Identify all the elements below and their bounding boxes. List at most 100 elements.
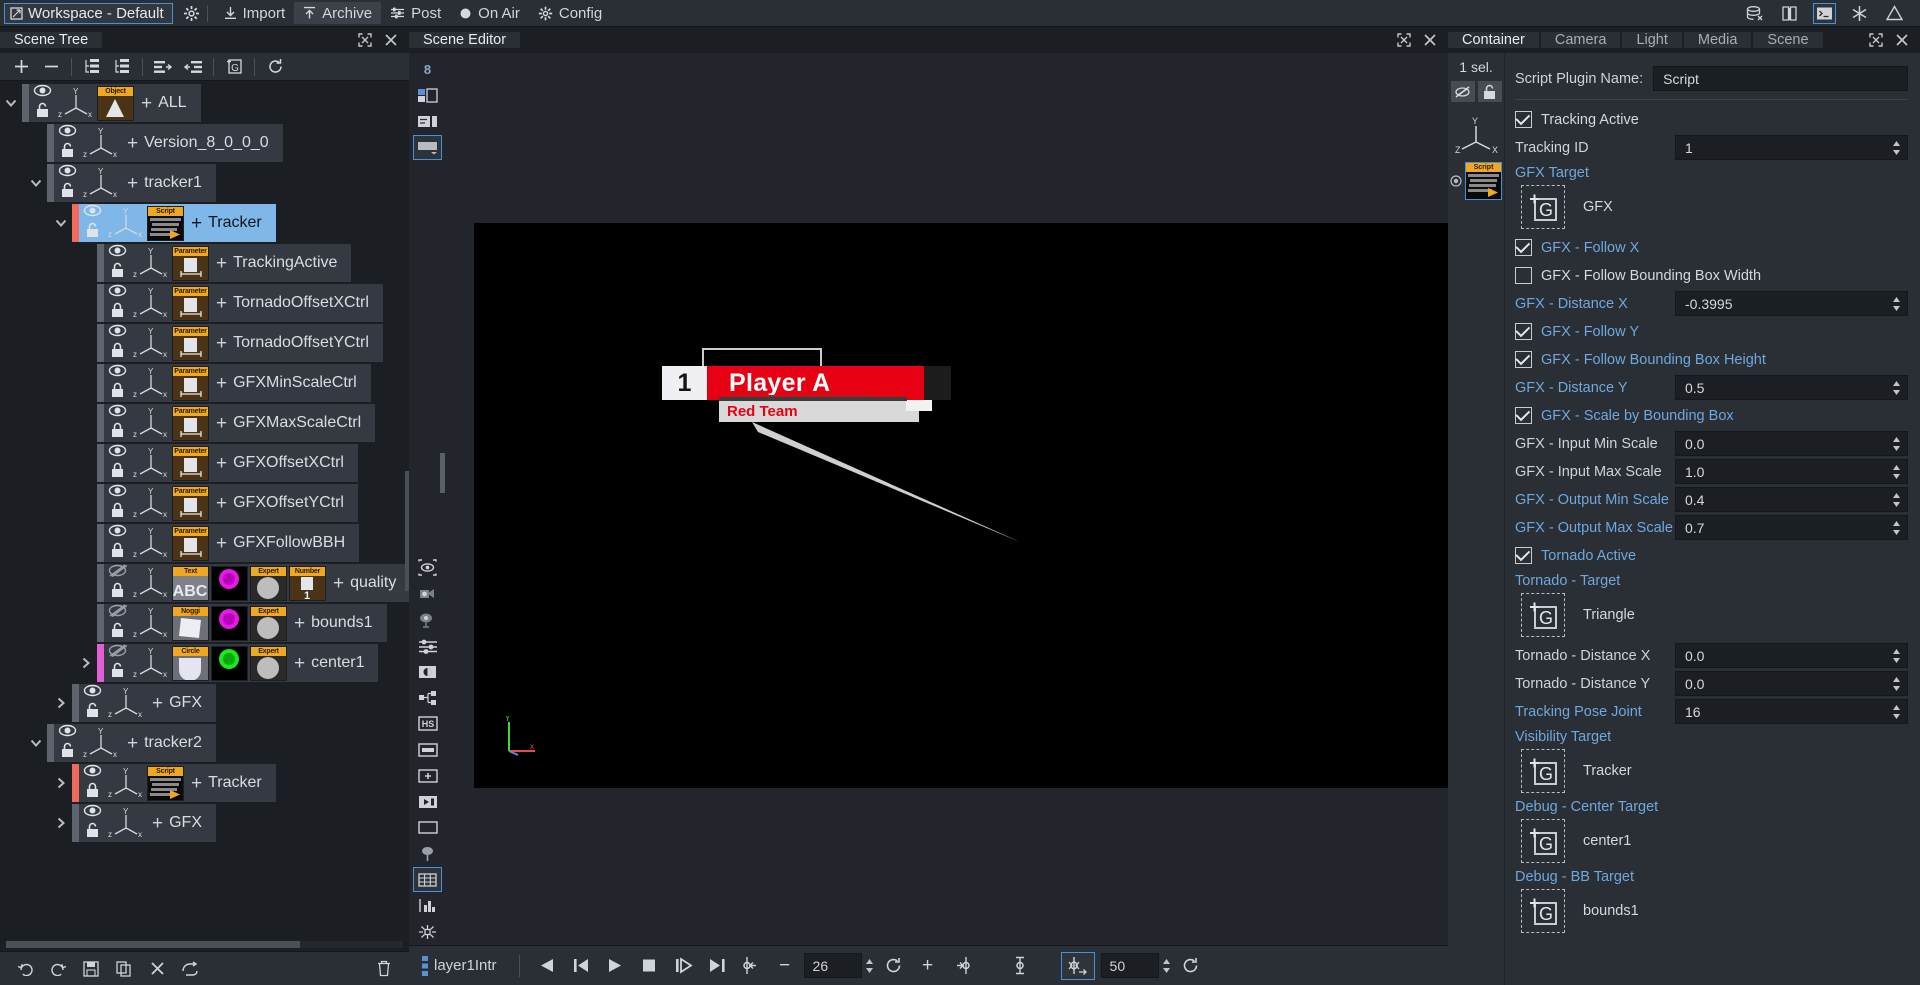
add-icon[interactable]	[6, 55, 36, 79]
lock-icon[interactable]	[85, 782, 100, 802]
eye-icon[interactable]	[58, 724, 77, 741]
eye-icon[interactable]	[58, 124, 77, 141]
properties-list[interactable]: Script Plugin Name: Script Tracking Acti…	[1505, 53, 1920, 985]
spinner-arrows[interactable]	[1892, 700, 1901, 723]
node-thumbnail[interactable]: Script	[147, 765, 184, 801]
maximize-icon[interactable]	[1869, 33, 1883, 47]
go-start-icon[interactable]	[564, 952, 598, 980]
grid-8-icon[interactable]: 8	[413, 57, 442, 82]
plus-box-icon[interactable]	[413, 763, 442, 788]
tree-row[interactable]: Yz x + Version_8_0_0_0	[0, 123, 409, 163]
tree-row[interactable]: Yz x + GFX	[0, 683, 409, 723]
tree-row[interactable]: Yz x Circle Expert + center1	[0, 643, 409, 683]
eye-icon[interactable]	[108, 244, 127, 261]
redo-icon[interactable]	[43, 957, 73, 981]
tree-vertical-scrollbar[interactable]	[405, 471, 409, 591]
tree-row[interactable]: Yz x + tracker2	[0, 723, 409, 763]
loop-icon[interactable]	[877, 952, 911, 980]
lock-icon[interactable]	[110, 422, 125, 442]
expand-plus-icon[interactable]: +	[127, 134, 138, 153]
key-center-icon[interactable]	[1003, 952, 1037, 980]
expand-plus-icon[interactable]: +	[152, 814, 163, 833]
eye-icon[interactable]	[83, 684, 102, 701]
property-input[interactable]: 1	[1675, 135, 1908, 160]
copy-icon[interactable]	[109, 957, 139, 981]
light-icon[interactable]	[413, 607, 442, 632]
unlock-icon[interactable]	[85, 222, 100, 242]
menu-config[interactable]: Config	[529, 2, 611, 24]
info-panel-icon[interactable]	[413, 109, 442, 134]
chevron-right-icon[interactable]	[50, 816, 72, 830]
node-thumbnail[interactable]: Circle	[172, 645, 209, 681]
tree-row[interactable]: Yz x Parameter + GFXOffsetXCtrl	[0, 443, 409, 483]
database-icon[interactable]	[1743, 3, 1766, 24]
checkbox[interactable]	[1515, 547, 1532, 564]
lock-icon[interactable]	[110, 502, 125, 522]
expand-plus-icon[interactable]: +	[191, 214, 202, 233]
key-prev-icon[interactable]	[734, 952, 768, 980]
tab-scene-editor[interactable]: Scene Editor	[409, 32, 521, 48]
layout-split-icon[interactable]	[413, 83, 442, 108]
expand-tree-icon[interactable]	[77, 55, 107, 79]
tree-row[interactable]: Yz x + tracker1	[0, 163, 409, 203]
tree-row[interactable]: Yz x Parameter + GFXMinScaleCtrl	[0, 363, 409, 403]
property-input[interactable]: 16	[1675, 699, 1908, 724]
eye-icon[interactable]	[108, 324, 127, 341]
property-checkbox-row[interactable]: Tornado Active	[1515, 542, 1908, 569]
workspace-selector[interactable]: Workspace - Default	[4, 2, 173, 24]
script-plugin-input[interactable]: Script	[1653, 66, 1908, 91]
group-icon[interactable]: G	[219, 55, 249, 79]
bar-icon[interactable]	[413, 737, 442, 762]
tree-node[interactable]: Yz x + Version_8_0_0_0	[47, 124, 283, 162]
property-input[interactable]: 0.0	[1675, 671, 1908, 696]
tree-node[interactable]: Yz x Noggi Expert + bounds1	[97, 604, 387, 642]
tree-row[interactable]: Yz x Parameter + TornadoOffsetYCtrl	[0, 323, 409, 363]
maximize-icon[interactable]	[1397, 33, 1411, 47]
scene-viewport[interactable]: 1 Player A Red Team Y x	[474, 223, 1448, 788]
eye-icon[interactable]	[108, 484, 127, 501]
chart-icon[interactable]	[413, 893, 442, 918]
expand-plus-icon[interactable]: +	[127, 734, 138, 753]
frame-field[interactable]: 26	[803, 953, 862, 978]
play-icon[interactable]	[598, 952, 632, 980]
expand-plus-icon[interactable]: +	[216, 414, 227, 433]
property-input[interactable]: -0.3995	[1675, 291, 1908, 316]
tab-scene-tree[interactable]: Scene Tree	[0, 32, 103, 48]
property-checkbox-row[interactable]: GFX - Scale by Bounding Box	[1515, 402, 1908, 429]
property-input[interactable]: 1.0	[1675, 459, 1908, 484]
script-thumbnail[interactable]: Script	[1465, 162, 1502, 200]
delete-icon[interactable]	[142, 957, 172, 981]
property-input[interactable]: 0.4	[1675, 487, 1908, 512]
tree-node[interactable]: Yz x + GFX	[72, 804, 216, 842]
node-thumbnail[interactable]: Parameter	[172, 245, 209, 281]
chevron-right-icon[interactable]	[75, 656, 97, 670]
property-input[interactable]: 0.7	[1675, 515, 1908, 540]
expand-plus-icon[interactable]: +	[216, 454, 227, 473]
tree-node[interactable]: Yz x Object + ALL	[22, 84, 201, 122]
duration-spinner[interactable]	[1162, 958, 1171, 974]
property-input[interactable]: 0.0	[1675, 643, 1908, 668]
node-thumbnail[interactable]: Parameter	[172, 325, 209, 361]
node-thumbnail[interactable]: Expert	[250, 605, 287, 641]
unlock-icon[interactable]	[60, 742, 75, 762]
tab-scene[interactable]: Scene	[1753, 32, 1823, 48]
save-icon[interactable]	[76, 957, 106, 981]
drop-slot-icon[interactable]: G	[1521, 593, 1565, 637]
unlock-icon[interactable]	[110, 662, 125, 682]
indent-left-icon[interactable]	[178, 55, 208, 79]
eye-icon[interactable]	[108, 284, 127, 301]
tree-node[interactable]: Yz x Parameter + TornadoOffsetYCtrl	[97, 324, 383, 362]
tree-node[interactable]: Yz x Parameter + GFXFollowBBH	[97, 524, 360, 562]
tree-node[interactable]: Yz x Parameter + GFXOffsetYCtrl	[97, 484, 358, 522]
node-thumbnail[interactable]: Parameter	[172, 365, 209, 401]
pin-icon[interactable]	[413, 841, 442, 866]
eye-icon[interactable]	[83, 804, 102, 821]
chevron-down-icon[interactable]	[50, 216, 72, 230]
spinner-arrows[interactable]	[1892, 516, 1901, 539]
expand-plus-icon[interactable]: +	[216, 334, 227, 353]
eye-icon[interactable]	[83, 204, 102, 221]
unlock-icon[interactable]	[1477, 81, 1502, 102]
grid-icon[interactable]	[413, 867, 442, 892]
key-next-icon[interactable]	[945, 952, 979, 980]
timeline-layer[interactable]: layer1Intr	[417, 955, 509, 977]
